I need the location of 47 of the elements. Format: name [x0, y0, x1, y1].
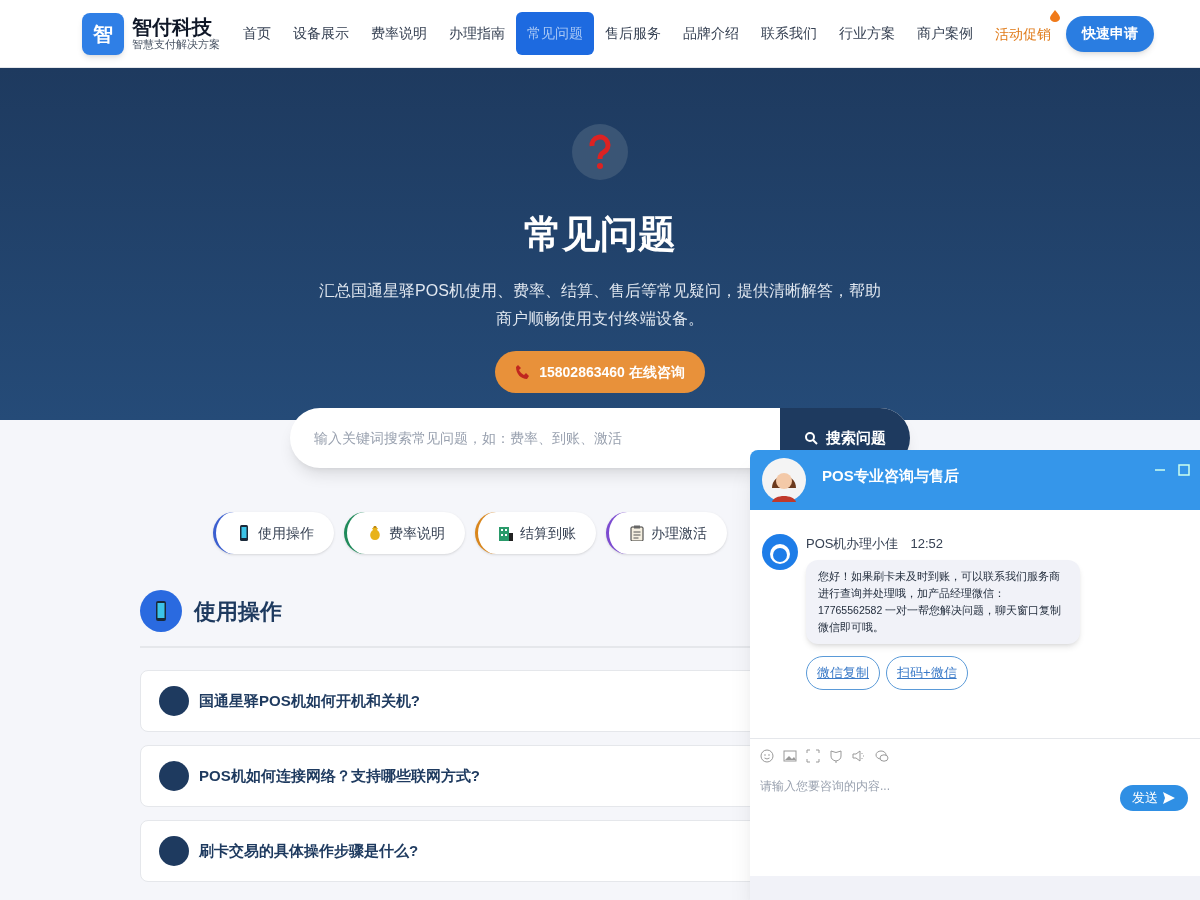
send-icon [1162, 791, 1176, 805]
logo-icon: 智 [82, 12, 124, 55]
bullet-icon [159, 836, 189, 866]
category-tab[interactable]: 使用操作 [213, 512, 334, 554]
nav-link[interactable]: 行业方案 [828, 23, 906, 44]
agent-name: POS机办理小佳 [806, 535, 899, 553]
question-text: 刷卡交易的具体操作步骤是什么? [199, 840, 419, 861]
nav-link[interactable]: 售后服务 [594, 23, 672, 44]
screenshot-icon[interactable] [806, 749, 820, 763]
chat-bubbles-icon[interactable] [875, 749, 889, 763]
chat-title: POS专业咨询与售后 [822, 465, 959, 486]
category-tab[interactable]: 结算到账 [475, 512, 596, 554]
section-title: 使用操作 [194, 597, 282, 626]
nav-link[interactable]: 品牌介绍 [672, 23, 750, 44]
nav-link[interactable]: 办理指南 [438, 23, 516, 44]
phone-icon [515, 364, 532, 380]
page-subtitle: 汇总国通星驿POS机使用、费率、结算、售后等常见疑问，提供清晰解答，帮助商户顺畅使用支付终端设备。 [318, 281, 882, 329]
brand-tagline: 智慧支付解决方案 [132, 39, 220, 50]
question-icon [572, 124, 628, 180]
search-field[interactable]: 输入关键词搜索常见问题，如：费率、到账、激活 搜索问题 [290, 408, 910, 468]
nav-link[interactable]: 费率说明 [360, 23, 438, 44]
message-time: 12:52 [910, 535, 943, 553]
nav-link[interactable]: 商户案例 [906, 23, 984, 44]
bullet-icon [159, 686, 189, 716]
nav-link[interactable]: 联系我们 [750, 23, 828, 44]
nav-link[interactable]: 首页 [232, 23, 282, 44]
maximize-icon[interactable] [1178, 464, 1190, 476]
category-tab[interactable]: 办理激活 [606, 512, 727, 554]
building-icon [498, 525, 514, 541]
category-tab[interactable]: 费率说明 [344, 512, 465, 554]
clipboard-icon [629, 525, 645, 541]
search-icon [804, 431, 818, 445]
bullet-icon [159, 761, 189, 791]
image-icon[interactable] [783, 749, 797, 763]
speaker-icon[interactable] [852, 749, 866, 763]
brand-name: 智付科技 [132, 17, 213, 37]
emoji-icon[interactable] [760, 749, 774, 763]
chat-message: 您好！如果刷卡未及时到账，可以联系我们服务商进行查询并处理哦，加产品经理微信：17765562582 一对一帮您解决问题，聊天窗口复制微信即可哦。 [806, 559, 1080, 644]
apply-button[interactable]: 快速申请 [1066, 15, 1154, 52]
question-text: 国通星驿POS机如何开机和关机? [199, 690, 420, 711]
agent-avatar-icon [762, 534, 798, 570]
avatar-icon [762, 458, 806, 502]
page-title: 常见问题 [524, 212, 676, 257]
question-text: POS机如何连接网络？支持哪些联网方式? [199, 765, 480, 786]
phone-icon [140, 590, 182, 632]
nav-link[interactable]: 设备展示 [282, 23, 360, 44]
money-bag-icon [367, 525, 383, 541]
